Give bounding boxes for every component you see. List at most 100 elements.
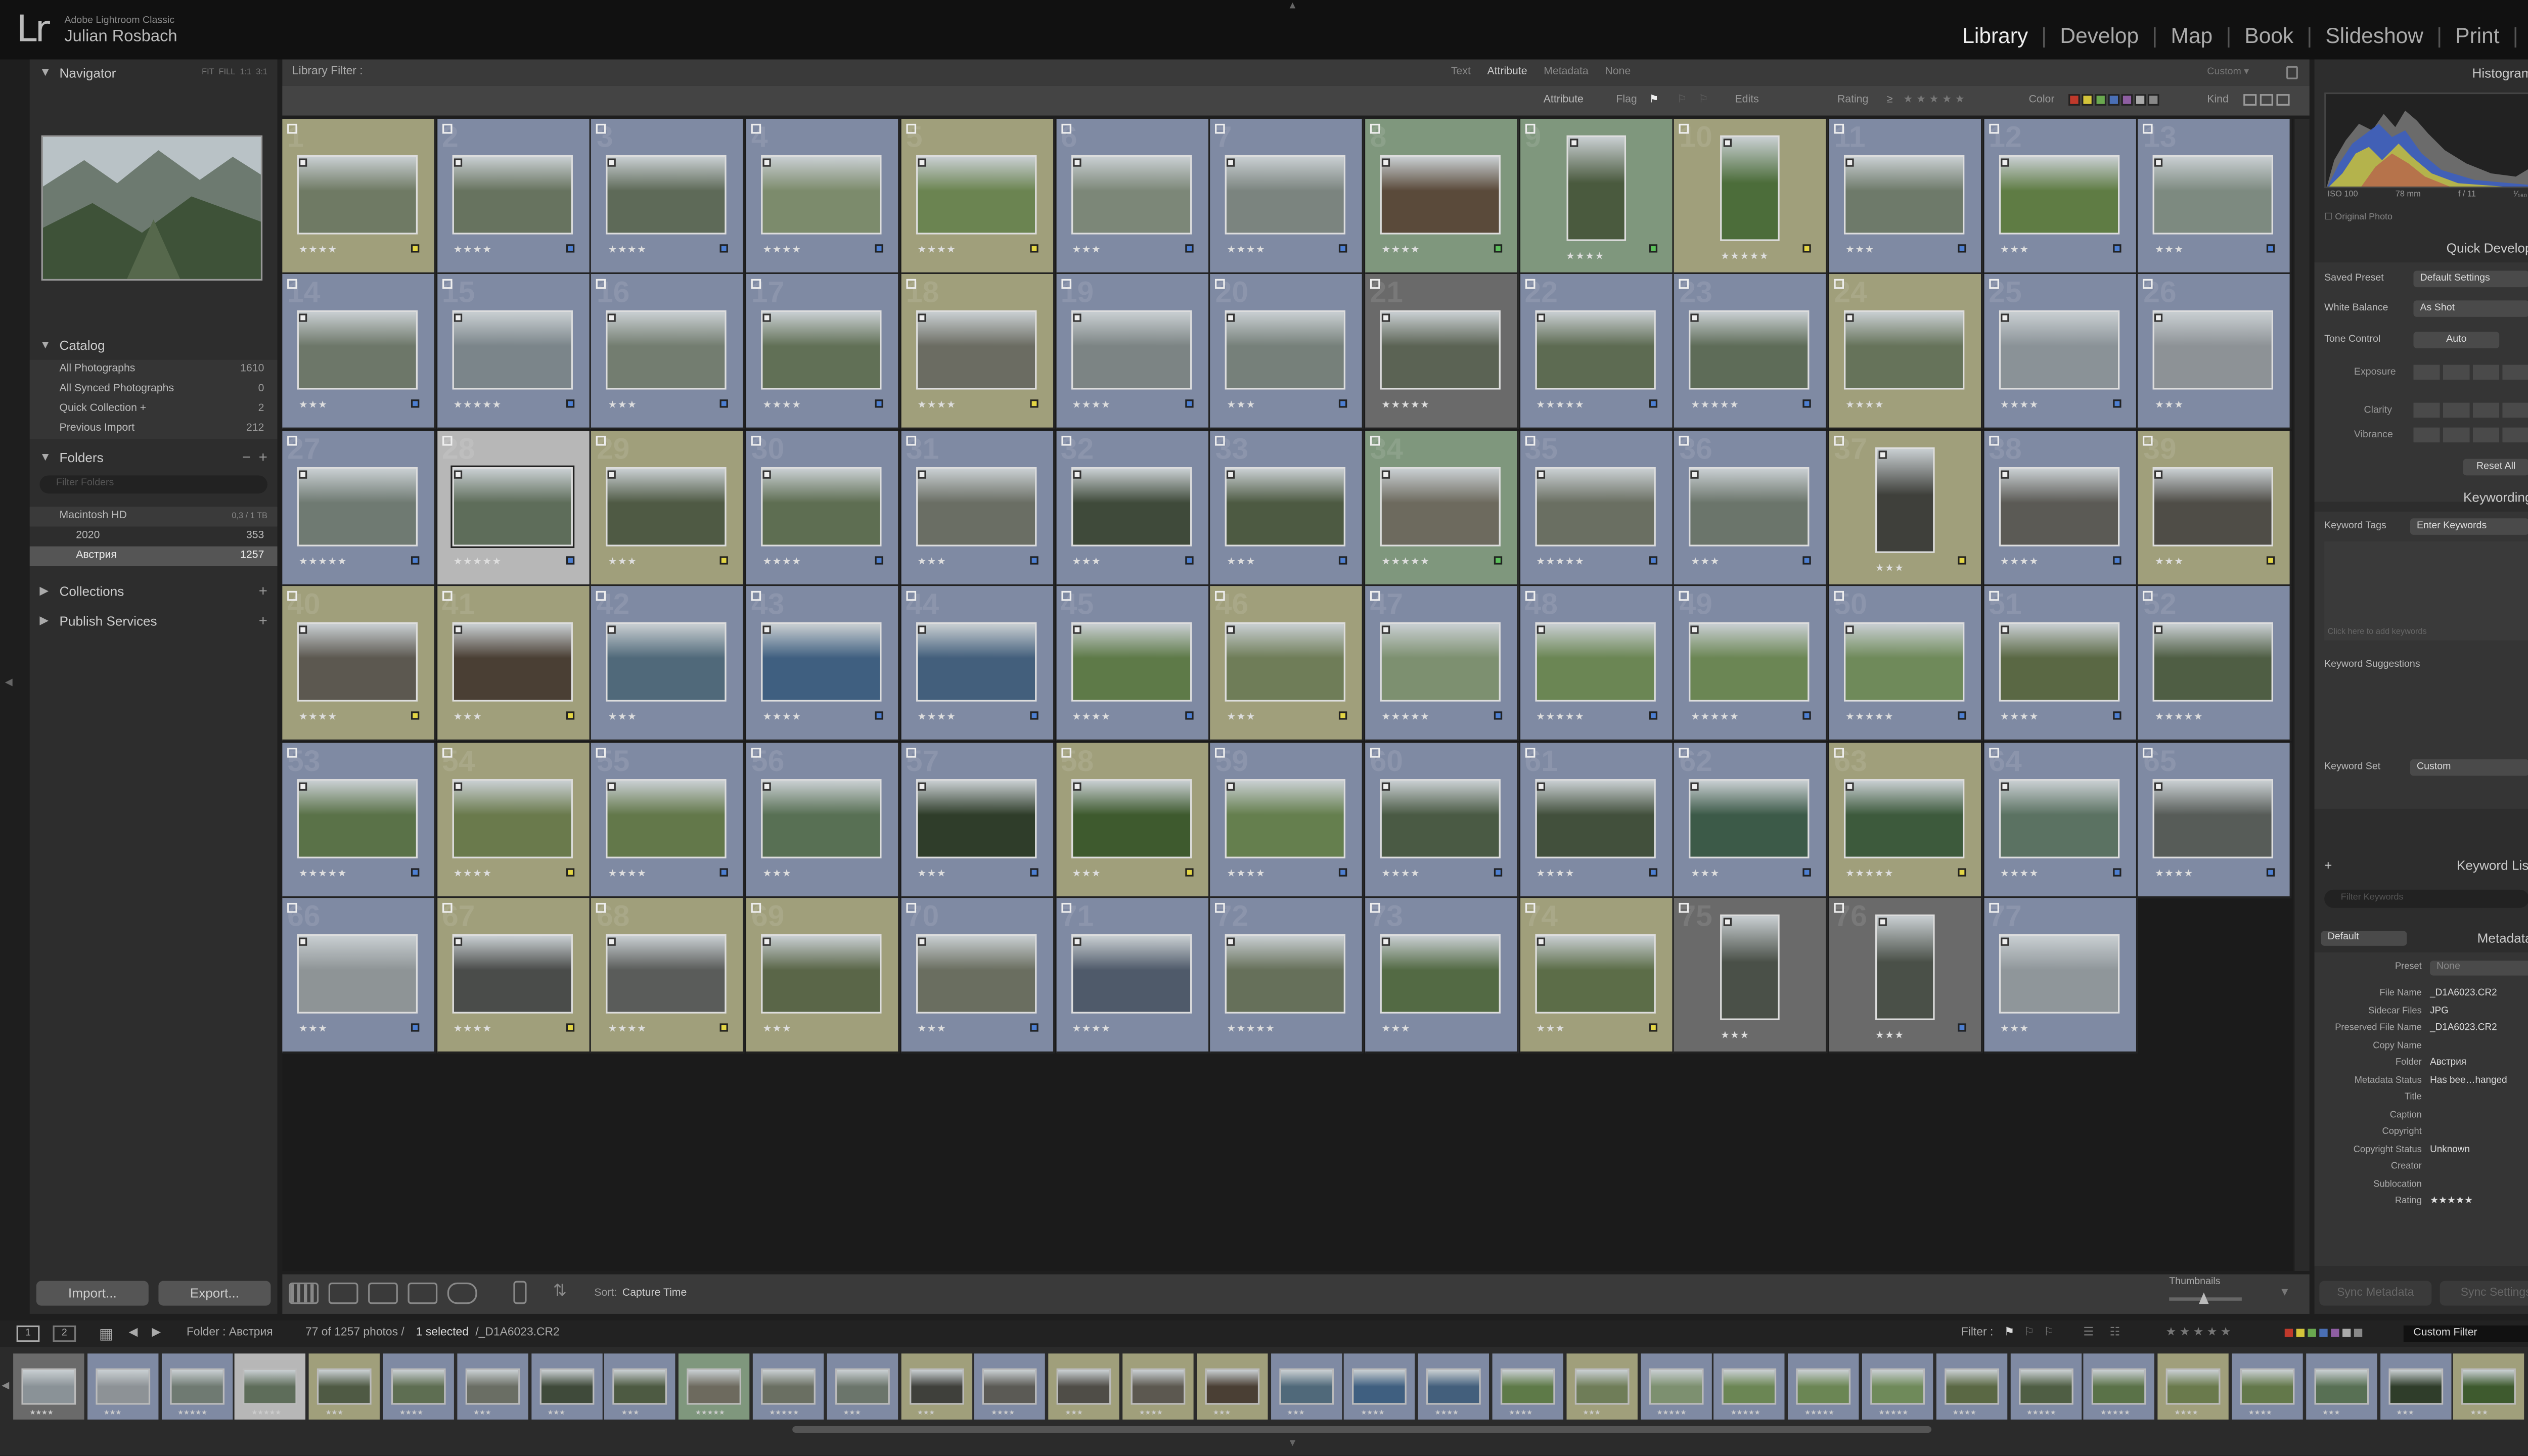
star-rating[interactable]: ★★★★: [608, 868, 647, 879]
color-label-badge[interactable]: [720, 1023, 729, 1032]
select-badge-icon[interactable]: [1834, 123, 1844, 134]
filmstrip-left-arrow-icon[interactable]: ◀: [2, 1380, 9, 1392]
grid-cell[interactable]: 31 ★★★: [901, 430, 1055, 586]
photo-thumbnail[interactable]: [916, 311, 1036, 390]
metadata-badge-icon[interactable]: [298, 626, 307, 634]
grid-cell[interactable]: 37 ★★★: [1829, 430, 1983, 586]
sync-metadata-button[interactable]: Sync Metadata: [2319, 1281, 2432, 1306]
tone-auto-button[interactable]: Auto: [2413, 332, 2500, 348]
photo-thumbnail[interactable]: [1070, 934, 1191, 1014]
quick-develop-header[interactable]: Quick Develop ▼: [2315, 235, 2528, 263]
select-badge-icon[interactable]: [1679, 591, 1690, 602]
star-rating[interactable]: ★★★★★: [1381, 556, 1430, 568]
photo-thumbnail[interactable]: [916, 622, 1036, 702]
select-badge-icon[interactable]: [751, 123, 761, 134]
grid-cell[interactable]: 3 ★★★★: [592, 119, 745, 274]
tab-text[interactable]: Text: [1451, 60, 1471, 86]
module-map[interactable]: Map: [2171, 23, 2213, 48]
filmstrip-thumb[interactable]: ★★★★: [1936, 1353, 2007, 1420]
photo-thumbnail[interactable]: [1070, 155, 1191, 235]
select-badge-icon[interactable]: [1679, 280, 1690, 290]
filter-preset-dropdown[interactable]: Custom ▾: [2207, 60, 2249, 86]
star-rating[interactable]: ★★★★: [1227, 244, 1266, 256]
color-label-badge[interactable]: [565, 711, 574, 720]
star-rating[interactable]: ★★★★★: [454, 400, 502, 412]
metadata-badge-icon[interactable]: [608, 470, 617, 479]
grid-cell[interactable]: 70 ★★★: [901, 898, 1055, 1054]
select-badge-icon[interactable]: [441, 123, 452, 134]
plus-icon[interactable]: +: [2324, 852, 2332, 880]
expand-triangle-icon[interactable]: ▶: [39, 608, 49, 636]
select-badge-icon[interactable]: [1060, 435, 1071, 445]
metadata-badge-icon[interactable]: [298, 314, 307, 323]
filmstrip-thumb[interactable]: ★★★★★: [752, 1353, 824, 1420]
survey-view-icon[interactable]: [408, 1282, 438, 1304]
grid-cell[interactable]: 64 ★★★★: [1983, 742, 2138, 897]
select-badge-icon[interactable]: [2143, 280, 2153, 290]
unflagged-icon[interactable]: ⚐: [1677, 86, 1687, 116]
rating-operator[interactable]: ≥: [1887, 86, 1893, 116]
star-rating[interactable]: ★★★: [608, 556, 638, 568]
left-panel-toggle-icon[interactable]: ◀: [5, 677, 13, 689]
virtual-copies-icon[interactable]: [2260, 94, 2273, 106]
grid-cell[interactable]: 4 ★★★★: [746, 119, 900, 274]
keyword-set-dropdown[interactable]: Custom: [2410, 759, 2528, 776]
metadata-badge-icon[interactable]: [2155, 782, 2163, 790]
color-label-swatch[interactable]: [2134, 94, 2146, 106]
grid-cell[interactable]: 2 ★★★★: [437, 119, 591, 274]
filmstrip-thumb[interactable]: ★★★: [1566, 1353, 1638, 1420]
metadata-badge-icon[interactable]: [453, 158, 462, 167]
grid-cell[interactable]: 26 ★★★: [2138, 275, 2292, 430]
photo-thumbnail[interactable]: [1998, 311, 2119, 390]
color-label-badge[interactable]: [1494, 244, 1502, 253]
metadata-badge-icon[interactable]: [762, 314, 772, 323]
photo-thumbnail[interactable]: [1721, 914, 1780, 1020]
select-badge-icon[interactable]: [596, 435, 607, 445]
select-badge-icon[interactable]: [1524, 747, 1535, 757]
color-label-badge[interactable]: [720, 556, 729, 564]
grid-cell[interactable]: 71 ★★★★: [1055, 898, 1209, 1054]
filmstrip-thumb[interactable]: ★★★: [827, 1353, 898, 1420]
star-rating[interactable]: ★★★★: [2000, 400, 2039, 412]
color-label-badge[interactable]: [2112, 711, 2121, 720]
filmstrip-thumb[interactable]: ★★★★: [1492, 1353, 1563, 1420]
color-label-badge[interactable]: [411, 400, 420, 408]
star-rating[interactable]: ★★★: [918, 556, 947, 568]
metadata-badge-icon[interactable]: [1227, 782, 1235, 790]
star-rating[interactable]: ★★★: [1875, 563, 1905, 574]
color-filter-swatch[interactable]: [2319, 1329, 2328, 1337]
filmstrip-thumb[interactable]: ★★★★★: [161, 1353, 233, 1420]
select-badge-icon[interactable]: [1989, 902, 1999, 913]
photo-thumbnail[interactable]: [916, 467, 1036, 547]
catalog-header[interactable]: ▼ Catalog: [30, 332, 278, 360]
metadata-badge-icon[interactable]: [2000, 314, 2009, 323]
photo-thumbnail[interactable]: [1566, 135, 1626, 241]
select-badge-icon[interactable]: [906, 747, 916, 757]
star-rating[interactable]: ★★★: [454, 712, 483, 723]
metadata-badge-icon[interactable]: [2000, 470, 2009, 479]
tab-metadata[interactable]: Metadata: [1544, 60, 1589, 86]
catalog-item-quick-collection[interactable]: Quick Collection + 2: [30, 399, 278, 419]
star-rating[interactable]: ★★★: [1875, 1030, 1905, 1042]
select-badge-icon[interactable]: [1060, 280, 1071, 290]
select-badge-icon[interactable]: [441, 591, 452, 602]
select-badge-icon[interactable]: [287, 435, 297, 445]
filmstrip-thumb[interactable]: ★★★★: [2232, 1353, 2303, 1420]
photo-thumbnail[interactable]: [761, 155, 882, 235]
filmstrip-thumb[interactable]: ★★★: [1270, 1353, 1342, 1420]
grid-cell[interactable]: 22 ★★★★★: [1519, 275, 1674, 430]
photo-thumbnail[interactable]: [916, 934, 1036, 1014]
select-badge-icon[interactable]: [751, 280, 761, 290]
select-badge-icon[interactable]: [2143, 123, 2153, 134]
photo-thumbnail[interactable]: [916, 155, 1036, 235]
star-rating[interactable]: ★★★★★: [1721, 251, 1769, 263]
select-badge-icon[interactable]: [287, 902, 297, 913]
color-label-badge[interactable]: [2267, 556, 2276, 564]
metadata-preset-dropdown[interactable]: None: [2430, 961, 2528, 976]
grid-cell[interactable]: 41 ★★★: [437, 586, 591, 742]
photo-thumbnail[interactable]: [606, 467, 727, 547]
metadata-badge-icon[interactable]: [1536, 937, 1545, 946]
select-badge-icon[interactable]: [596, 280, 607, 290]
original-photo-checkbox[interactable]: ☐ Original Photo: [2324, 213, 2392, 223]
grid-cell[interactable]: 1 ★★★★: [282, 119, 436, 274]
